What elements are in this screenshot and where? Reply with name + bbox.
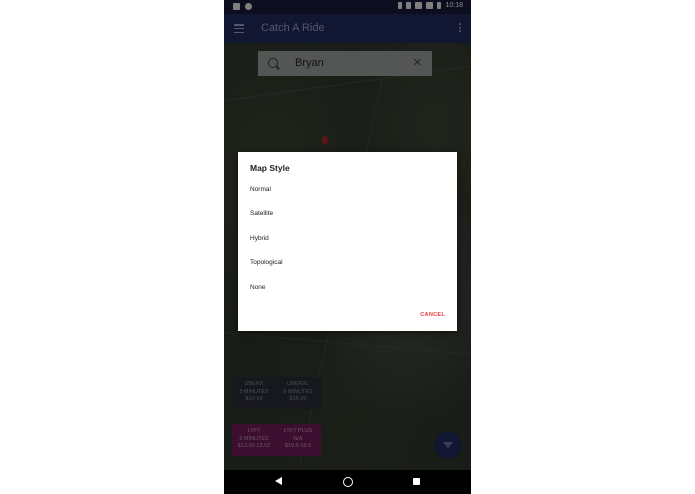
option-satellite[interactable]: Satellite: [250, 210, 273, 217]
cancel-button[interactable]: CANCEL: [420, 312, 445, 318]
option-topological[interactable]: Topological: [250, 259, 283, 266]
recents-icon[interactable]: [413, 478, 420, 485]
home-icon[interactable]: [343, 477, 353, 487]
navigation-bar: [224, 470, 471, 494]
back-icon[interactable]: [275, 477, 282, 485]
phone-screen: 10:18 Catch A Ride Bryan ✕ UBERX 5 MINUT…: [224, 0, 471, 494]
option-none[interactable]: None: [250, 284, 266, 291]
dialog-title: Map Style: [250, 163, 290, 173]
map-style-dialog: Map Style Normal Satellite Hybrid Topolo…: [238, 152, 457, 331]
option-normal[interactable]: Normal: [250, 186, 271, 193]
option-hybrid[interactable]: Hybrid: [250, 235, 269, 242]
